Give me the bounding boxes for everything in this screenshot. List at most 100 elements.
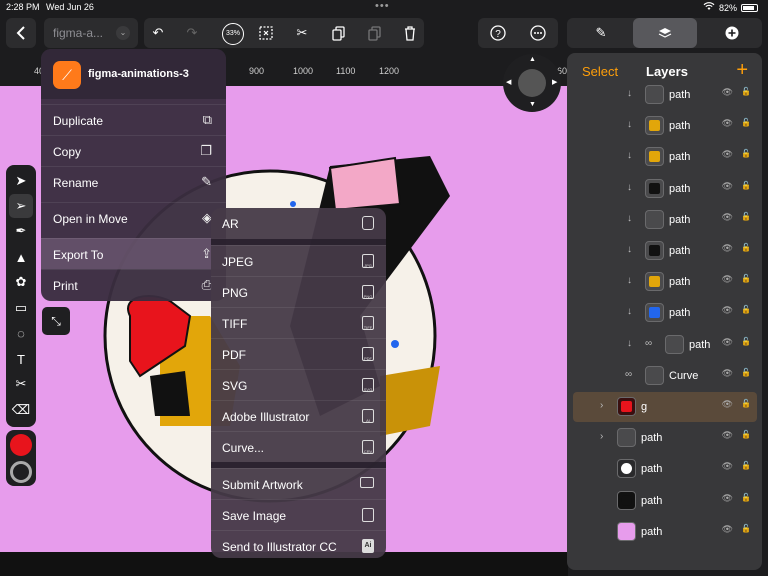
lock-icon[interactable]: 🔓 <box>741 118 751 127</box>
visibility-eye-icon[interactable]: 👁 <box>722 87 733 98</box>
export-send-to-illustrator-cc[interactable]: Send to Illustrator CC Ai <box>211 530 386 558</box>
visibility-eye-icon[interactable]: 👁 <box>722 461 733 472</box>
layer-row[interactable]: path 👁 🔓 <box>573 454 757 484</box>
select-button[interactable]: Select <box>582 64 618 79</box>
back-button[interactable] <box>6 18 36 48</box>
ruler-tick: 1000 <box>293 66 314 76</box>
scissors-tool-icon[interactable]: ✂ <box>9 372 33 396</box>
layer-row[interactable]: ↓ path 👁 🔓 <box>573 174 757 204</box>
layer-row[interactable]: ↓ path 👁 🔓 <box>573 205 757 235</box>
export-illustrator[interactable]: Adobe Illustrator AI <box>211 400 386 431</box>
scale-tool-icon[interactable]: ⤡ <box>42 307 70 335</box>
menu-item-rename[interactable]: Rename ✎ <box>41 166 226 197</box>
export-ar[interactable]: AR <box>211 208 386 239</box>
document-title-button[interactable]: figma-a... ⌄ <box>44 18 138 48</box>
tab-layers[interactable] <box>633 18 697 48</box>
nudge-joystick[interactable]: ▲ ▼ ◀ ▶ <box>503 54 561 112</box>
visibility-eye-icon[interactable]: 👁 <box>722 181 733 192</box>
layer-row[interactable]: ∞ Curve 👁 🔓 <box>573 361 757 391</box>
visibility-eye-icon[interactable]: 👁 <box>722 118 733 129</box>
paste-icon[interactable] <box>366 25 382 41</box>
lock-icon[interactable]: 🔓 <box>741 461 751 470</box>
visibility-eye-icon[interactable]: 👁 <box>722 368 733 379</box>
export-tiff[interactable]: TIFF TIFF <box>211 307 386 338</box>
eraser-tool-icon[interactable]: ⌫ <box>9 398 33 422</box>
lock-icon[interactable]: 🔓 <box>741 243 751 252</box>
lasso-tool-icon[interactable]: ◌ <box>9 321 33 345</box>
layer-row[interactable]: ↓ path 👁 🔓 <box>573 267 757 297</box>
visibility-eye-icon[interactable]: 👁 <box>722 493 733 504</box>
select-tool-icon[interactable]: ➤ <box>9 169 33 193</box>
lock-icon[interactable]: 🔓 <box>741 87 751 96</box>
export-save-image[interactable]: Save Image <box>211 499 386 530</box>
disclosure-chevron-icon[interactable]: › <box>600 400 603 411</box>
stroke-color-swatch[interactable] <box>10 461 32 483</box>
lock-icon[interactable]: 🔓 <box>741 368 751 377</box>
disclosure-chevron-icon[interactable]: › <box>600 431 603 442</box>
layer-row[interactable]: ↓ path 👁 🔓 <box>573 111 757 141</box>
menu-item-print[interactable]: Print ⎙ <box>41 269 226 300</box>
export-curve[interactable]: Curve... CRV <box>211 431 386 462</box>
menu-item-duplicate[interactable]: Duplicate ⧉ <box>41 104 226 135</box>
layer-row[interactable]: path 👁 🔓 <box>573 517 757 547</box>
export-jpeg[interactable]: JPEG JPG <box>211 245 386 276</box>
export-submit-artwork[interactable]: Submit Artwork <box>211 468 386 499</box>
layer-row[interactable]: ↓ path 👁 🔓 <box>573 142 757 172</box>
menu-item-export-to[interactable]: Export To ⇪ <box>41 238 226 269</box>
visibility-eye-icon[interactable]: 👁 <box>722 399 733 410</box>
brush-tool-icon[interactable]: ✿ <box>9 270 33 294</box>
visibility-eye-icon[interactable]: 👁 <box>722 337 733 348</box>
tab-style[interactable]: ✎ <box>581 18 621 48</box>
lock-icon[interactable]: 🔓 <box>741 430 751 439</box>
visibility-eye-icon[interactable]: 👁 <box>722 274 733 285</box>
lock-icon[interactable]: 🔓 <box>741 493 751 502</box>
tab-add[interactable] <box>712 18 752 48</box>
fit-selection-icon[interactable] <box>258 25 274 41</box>
layer-row[interactable]: ↓ ∞ path 👁 🔓 <box>573 330 757 360</box>
pen-tool-icon[interactable]: ✒ <box>9 219 33 243</box>
export-svg[interactable]: SVG SVG <box>211 369 386 400</box>
joystick-knob[interactable] <box>518 69 546 97</box>
layer-thumbnail <box>617 521 636 541</box>
lock-icon[interactable]: 🔓 <box>741 524 751 533</box>
multitasking-dots-icon[interactable]: ••• <box>375 0 390 12</box>
zoom-level-button[interactable]: 33% <box>222 23 244 45</box>
rectangle-tool-icon[interactable]: ▭ <box>9 296 33 320</box>
direct-select-tool-icon[interactable]: ➢ <box>9 194 33 218</box>
visibility-eye-icon[interactable]: 👁 <box>722 243 733 254</box>
layer-row[interactable]: ↓ path 👁 🔓 <box>573 236 757 266</box>
lock-icon[interactable]: 🔓 <box>741 399 751 408</box>
text-tool-icon[interactable]: T <box>9 347 33 371</box>
trash-icon[interactable] <box>402 25 418 41</box>
lock-icon[interactable]: 🔓 <box>741 337 751 346</box>
visibility-eye-icon[interactable]: 👁 <box>722 212 733 223</box>
lock-icon[interactable]: 🔓 <box>741 212 751 221</box>
layer-row[interactable]: ↓ path 👁 🔓 <box>573 80 757 110</box>
visibility-eye-icon[interactable]: 👁 <box>722 305 733 316</box>
export-pdf[interactable]: PDF PDF <box>211 338 386 369</box>
fill-color-swatch[interactable] <box>10 434 32 456</box>
visibility-eye-icon[interactable]: 👁 <box>722 149 733 160</box>
lock-icon[interactable]: 🔓 <box>741 181 751 190</box>
lock-icon[interactable]: 🔓 <box>741 149 751 158</box>
layer-row[interactable]: › g 👁 🔓 <box>573 392 757 422</box>
copy-icon[interactable] <box>330 25 346 41</box>
pencil-tool-icon[interactable]: ▲ <box>9 245 33 269</box>
visibility-eye-icon[interactable]: 👁 <box>722 524 733 535</box>
add-layer-icon[interactable]: + <box>736 59 748 82</box>
menu-item-open-in-move[interactable]: Open in Move ◈ <box>41 202 226 233</box>
lock-icon[interactable]: 🔓 <box>741 274 751 283</box>
visibility-eye-icon[interactable]: 👁 <box>722 430 733 441</box>
layer-row[interactable]: ↓ path 👁 🔓 <box>573 298 757 328</box>
png-file-icon: PNG <box>362 285 374 299</box>
cut-icon[interactable]: ✂ <box>294 25 310 41</box>
more-options-icon[interactable] <box>530 25 546 41</box>
layer-row[interactable]: › path 👁 🔓 <box>573 423 757 453</box>
undo-icon[interactable]: ↶ <box>150 25 166 41</box>
help-icon[interactable]: ? <box>490 25 506 41</box>
layer-row[interactable]: path 👁 🔓 <box>573 486 757 516</box>
menu-item-copy[interactable]: Copy ❐ <box>41 135 226 166</box>
redo-icon[interactable]: ↷ <box>184 25 200 41</box>
lock-icon[interactable]: 🔓 <box>741 305 751 314</box>
export-png[interactable]: PNG PNG <box>211 276 386 307</box>
